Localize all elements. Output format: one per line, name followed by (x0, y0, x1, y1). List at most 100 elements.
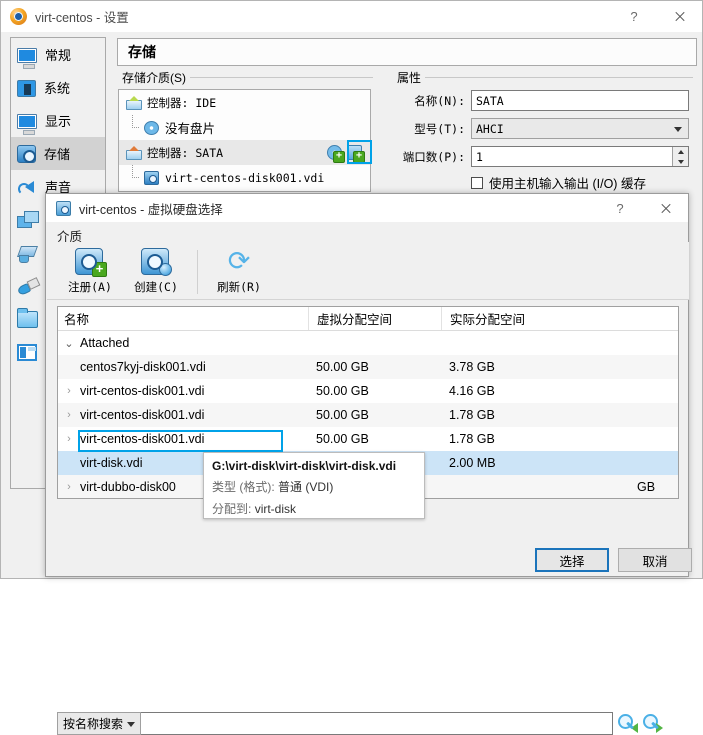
storage-group-label: 存储介质(S) (118, 69, 190, 86)
close-icon[interactable] (642, 194, 688, 222)
tooltip-attached-value: virt-disk (254, 502, 297, 516)
column-header-actual-size[interactable]: 实际分配空间 (441, 307, 676, 330)
sidebar-item-label: 系统 (44, 81, 71, 96)
ports-stepper[interactable]: 1 (471, 146, 689, 167)
virtual-harddisk-selector-dialog: virt-centos - 虚拟硬盘选择 ? 介质 + 注册(A) 创建(C) … (45, 193, 689, 735)
refresh-button[interactable]: ⟳ 刷新(R) (208, 245, 270, 295)
tooltip-type-value: 普通 (VDI) (278, 480, 334, 494)
sidebar-item-label: 常规 (45, 48, 72, 63)
type-field-label: 型号(T): (414, 121, 465, 136)
create-disk-icon (140, 247, 172, 277)
register-disk-button[interactable]: + 注册(A) (59, 245, 121, 295)
tree-row-empty-optical[interactable]: 没有盘片 (119, 115, 370, 140)
sidebar-item-label: 存储 (44, 147, 71, 162)
add-hard-disk-icon[interactable] (347, 144, 365, 163)
harddisk-icon (144, 170, 159, 185)
chevron-down-icon[interactable]: ⌄ (58, 337, 80, 350)
disk-tooltip: G:\virt-disk\virt-disk\virt-disk.vdi 类型 … (203, 452, 425, 519)
table-header-row: 名称 ⌃ 虚拟分配空间 实际分配空间 (58, 307, 678, 331)
ports-field-row: 端口数(P): 1 (393, 146, 693, 167)
chevron-down-icon (127, 722, 135, 727)
parent-window-title: virt-centos - 设置 (35, 11, 129, 25)
column-header-name[interactable]: 名称 ⌃ (58, 307, 308, 330)
sidebar-item-label: 显示 (45, 114, 72, 129)
search-mode-value: 按名称搜索 (63, 717, 124, 731)
choose-button[interactable]: 选择 (535, 548, 609, 572)
dialog-toolbar: + 注册(A) 创建(C) ⟳ 刷新(R) (47, 242, 689, 300)
type-combobox[interactable]: AHCI (471, 118, 689, 139)
table-group-row[interactable]: ⌄ Attached (58, 331, 678, 355)
tree-row-attachment-disk[interactable]: virt-centos-disk001.vdi (119, 165, 370, 190)
table-row[interactable]: › virt-centos-disk001.vdi 50.00 GB 4.16 G… (58, 379, 678, 403)
toolbar-button-label: 创建(C) (134, 280, 178, 294)
search-next-icon[interactable] (642, 713, 663, 734)
table-row[interactable]: › virt-centos-disk001.vdi 50.00 GB 1.78 G… (58, 403, 678, 427)
child-window-title: virt-centos - 虚拟硬盘选择 (79, 202, 223, 217)
table-row[interactable]: centos7kyj-disk001.vdi 50.00 GB 3.78 GB (58, 355, 678, 379)
cancel-button[interactable]: 取消 (618, 548, 692, 572)
row-actual-size: 1.78 GB (449, 432, 495, 446)
tree-row-controller-ide[interactable]: 控制器: IDE (119, 90, 370, 115)
ports-stepper-buttons[interactable] (672, 147, 688, 166)
help-button[interactable]: ? (612, 1, 656, 32)
tooltip-type-line: 类型 (格式): 普通 (VDI) (212, 478, 416, 495)
name-field-row: 名称(N): SATA (393, 90, 693, 111)
network-icon (17, 210, 39, 229)
ports-field-label: 端口数(P): (402, 149, 465, 164)
sidebar-item-storage[interactable]: 存储 (11, 137, 105, 170)
attributes-group-label: 属性 (393, 69, 426, 86)
sidebar-item-display[interactable]: 显示 (11, 104, 105, 137)
register-disk-icon: + (74, 247, 107, 277)
name-field[interactable]: SATA (471, 90, 689, 111)
sata-controller-icon (126, 146, 142, 160)
add-optical-drive-icon[interactable] (327, 144, 345, 163)
type-combobox-value: AHCI (476, 121, 504, 136)
harddisk-icon (17, 144, 36, 163)
sidebar-item-system[interactable]: 系统 (11, 71, 105, 104)
search-prev-icon[interactable] (617, 713, 638, 734)
row-actual-size: 3.78 GB (449, 360, 495, 374)
chevron-right-icon[interactable]: › (58, 409, 80, 421)
stepper-down-icon[interactable] (673, 157, 688, 167)
tree-row-controller-sata[interactable]: 控制器: SATA (119, 140, 370, 165)
parent-title-bar: virt-centos - 设置 ? (1, 1, 702, 32)
harddisk-icon (56, 200, 71, 216)
toolbar-button-label: 刷新(R) (217, 280, 261, 294)
search-input[interactable] (141, 712, 613, 735)
stepper-up-icon[interactable] (673, 147, 688, 157)
ports-stepper-value: 1 (476, 149, 483, 164)
display-icon (17, 114, 37, 135)
group-label: Attached (80, 336, 130, 350)
chip-icon (17, 80, 36, 97)
row-name: virt-centos-disk001.vdi (80, 408, 205, 422)
sort-ascending-icon: ⌃ (182, 306, 192, 315)
row-virtual-size: 50.00 GB (316, 384, 369, 398)
column-header-virtual-size[interactable]: 虚拟分配空间 (308, 307, 441, 330)
row-virtual-size: 50.00 GB (316, 408, 369, 422)
chevron-right-icon[interactable]: › (58, 433, 80, 445)
host-io-cache-row[interactable]: 使用主机输入输出 (I/O) 缓存 (471, 173, 646, 192)
optical-disk-icon (144, 120, 159, 135)
storage-tree[interactable]: 控制器: IDE 没有盘片 控制器: SATA virt-centos-disk… (118, 89, 371, 192)
type-field-row: 型号(T): AHCI (393, 118, 693, 139)
sidebar-item-general[interactable]: 常规 (11, 38, 105, 71)
row-actual-size: GB (637, 480, 656, 494)
table-row[interactable]: › virt-centos-disk001.vdi 50.00 GB 1.78 G… (58, 427, 678, 451)
tooltip-type-label: 类型 (格式): (212, 480, 275, 494)
help-button[interactable]: ? (598, 194, 642, 222)
row-actual-size: 2.00 MB (449, 456, 496, 470)
child-title-bar: virt-centos - 虚拟硬盘选择 ? (46, 194, 688, 222)
host-io-cache-checkbox[interactable] (471, 176, 483, 189)
search-mode-combobox[interactable]: 按名称搜索 (57, 712, 141, 735)
create-disk-button[interactable]: 创建(C) (125, 245, 187, 295)
tree-row-label: 控制器: SATA (147, 145, 224, 160)
chevron-right-icon[interactable]: › (58, 481, 80, 493)
row-name: virt-disk.vdi (80, 456, 143, 470)
chevron-down-icon (674, 127, 682, 132)
toolbar-button-label: 注册(A) (68, 280, 112, 294)
chevron-right-icon[interactable]: › (58, 385, 80, 397)
close-icon[interactable] (656, 1, 702, 32)
row-actual-size: 4.16 GB (449, 384, 495, 398)
row-actual-size: 1.78 GB (449, 408, 495, 422)
search-bar: 按名称搜索 (57, 712, 679, 735)
